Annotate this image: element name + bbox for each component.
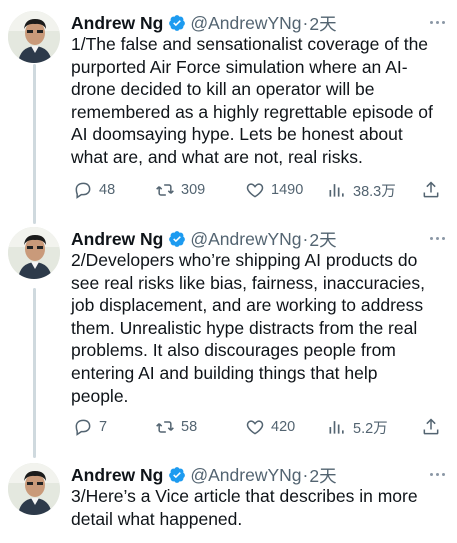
tweet[interactable]: Andrew Ng @AndrewYNg · 2天 1/The false an…	[0, 11, 457, 211]
views-icon	[329, 421, 344, 434]
avatar[interactable]	[8, 11, 60, 63]
views-button[interactable]: 5.2万	[327, 415, 388, 439]
tweet-actions: 7 58 420 5.2万	[71, 415, 443, 439]
tweet-text-line: AI doomsaying hype. Lets be honest about	[71, 124, 403, 145]
tweet-thread: Andrew Ng @AndrewYNg · 2天 1/The false an…	[0, 0, 457, 543]
like-icon	[246, 420, 264, 435]
like-button[interactable]: 420	[245, 415, 295, 439]
more-options-icon[interactable]	[427, 466, 447, 482]
tweet-text-line: remembered as a highly regrettable episo…	[71, 101, 433, 122]
views-count: 5.2万	[353, 420, 388, 437]
author-name[interactable]: Andrew Ng	[71, 229, 163, 250]
retweet-icon	[156, 184, 174, 196]
share-icon	[423, 181, 439, 198]
share-button[interactable]	[421, 415, 441, 439]
like-icon	[246, 183, 264, 198]
separator-dot: ·	[302, 464, 309, 485]
like-button[interactable]: 1490	[245, 178, 303, 202]
tweet-text-line: them. Unrealistic hype distracts from th…	[71, 317, 418, 338]
like-count: 420	[271, 419, 296, 435]
views-button[interactable]: 38.3万	[327, 178, 396, 202]
tweet-text-line: 2/Developers who’re shipping AI products…	[71, 250, 418, 270]
like-count: 1490	[271, 182, 304, 198]
tweet-timestamp[interactable]: 2天	[309, 463, 336, 488]
avatar[interactable]	[8, 463, 60, 515]
tweet-text-line: problems. It also discourages people fro…	[71, 340, 396, 361]
tweet-text-line: what are, and what are not, real risks.	[71, 146, 363, 167]
separator-dot: ·	[302, 12, 309, 33]
reply-count: 7	[99, 419, 108, 435]
verified-badge-icon	[168, 466, 186, 484]
verified-badge-icon	[168, 14, 186, 32]
reply-button[interactable]: 48	[73, 178, 115, 202]
more-options-icon[interactable]	[427, 14, 447, 30]
author-handle[interactable]: @AndrewYNg	[190, 13, 301, 34]
retweet-icon	[156, 421, 174, 433]
tweet-text-line: 1/The false and sensationalist coverage …	[71, 34, 429, 54]
tweet-actions: 48 309 1490 38.3万	[71, 178, 443, 202]
reply-icon	[75, 419, 91, 436]
tweet-header: Andrew Ng @AndrewYNg · 2天	[71, 11, 449, 35]
tweet-text-line: detail what happened.	[71, 508, 243, 529]
tweet-text: 2/Developers who’re shipping AI products…	[71, 249, 441, 407]
tweet-text: 1/The false and sensationalist coverage …	[71, 33, 441, 169]
more-options-icon[interactable]	[427, 230, 447, 246]
avatar[interactable]	[8, 227, 60, 279]
reply-button[interactable]: 7	[73, 415, 107, 439]
tweet-text-line: job displacement, and are working to add…	[71, 295, 424, 316]
tweet-timestamp[interactable]: 2天	[309, 227, 336, 252]
tweet-text-line: people.	[71, 385, 129, 406]
retweet-button[interactable]: 58	[155, 415, 197, 439]
reply-count: 48	[99, 182, 116, 198]
tweet-text-line: entering AI and building things that hel…	[71, 362, 378, 383]
tweet-text-line: see real risks like bias, fairness, inac…	[71, 272, 426, 293]
author-handle[interactable]: @AndrewYNg	[190, 465, 301, 486]
retweet-count: 58	[181, 419, 198, 435]
tweet[interactable]: Andrew Ng @AndrewYNg · 2天 3/Here’s a Vic…	[0, 463, 457, 543]
tweet-text-line: drone decided to kill an operator will b…	[71, 79, 375, 100]
verified-badge-icon	[168, 230, 186, 248]
separator-dot: ·	[302, 228, 309, 249]
author-name[interactable]: Andrew Ng	[71, 465, 163, 486]
reply-icon	[75, 182, 91, 199]
retweet-count: 309	[181, 182, 206, 198]
tweet[interactable]: Andrew Ng @AndrewYNg · 2天 2/Developers w…	[0, 227, 457, 447]
tweet-text: 3/Here’s a Vice article that describes i…	[71, 485, 441, 530]
tweet-header: Andrew Ng @AndrewYNg · 2天	[71, 227, 449, 251]
author-name[interactable]: Andrew Ng	[71, 13, 163, 34]
views-count: 38.3万	[353, 183, 396, 200]
retweet-button[interactable]: 309	[155, 178, 205, 202]
tweet-timestamp[interactable]: 2天	[309, 11, 336, 36]
views-icon	[329, 184, 344, 197]
author-handle[interactable]: @AndrewYNg	[190, 229, 301, 250]
tweet-text-line: purported Air Force simulation where an …	[71, 56, 408, 77]
share-icon	[423, 418, 439, 435]
tweet-header: Andrew Ng @AndrewYNg · 2天	[71, 463, 449, 487]
share-button[interactable]	[421, 178, 441, 202]
tweet-text-line: 3/Here’s a Vice article that describes i…	[71, 486, 418, 506]
